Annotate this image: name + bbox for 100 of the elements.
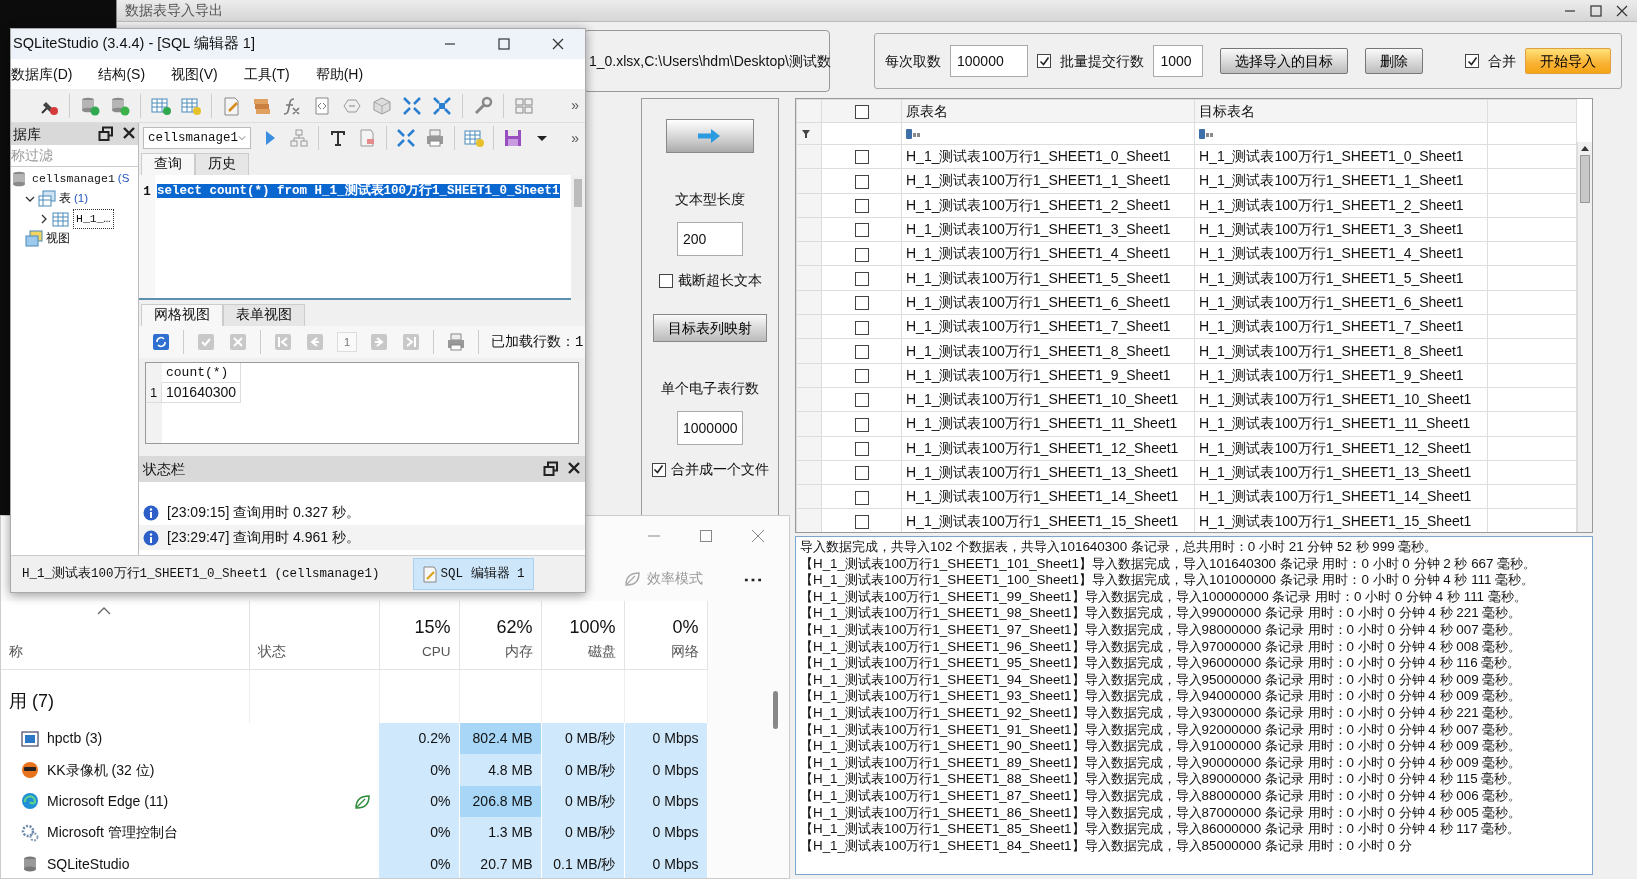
formula-icon[interactable] [282,95,302,116]
checkbox[interactable] [658,273,673,288]
tab[interactable]: 表单视图 [223,304,305,326]
row-checkbox[interactable] [854,223,869,238]
close-icon[interactable] [567,461,581,475]
row-checkbox[interactable] [854,296,869,311]
database-dropdown[interactable]: cellsmanage1 [143,127,251,149]
scrollbar[interactable] [1577,142,1592,532]
window-tab[interactable]: H_1_测试表100万行1_SHEET1_0_Sheet1 (cellsmanage1) [13,558,389,590]
menu-item[interactable]: 视图(V) [171,63,218,85]
text-filter-icon[interactable] [906,128,920,141]
printer-icon[interactable] [446,332,466,352]
document-icon[interactable] [222,95,242,116]
tab[interactable]: 查询 [141,153,195,175]
menu-item[interactable]: 帮助(H) [315,63,364,85]
input-field[interactable]: 1000000 [677,411,743,445]
page-field[interactable]: 1 [337,332,357,352]
row-checkbox[interactable] [854,199,869,214]
mapping-button[interactable]: 目标表列映射 [653,314,767,342]
chevron-right-icon[interactable] [39,214,49,224]
tree-item[interactable]: 视图 [46,230,70,248]
tree-item[interactable]: cellsmanage1 [32,170,115,188]
menu-item[interactable]: 结构(S) [98,63,146,85]
text-filter-icon[interactable] [1199,128,1213,141]
scrollbar-thumb[interactable] [1580,155,1590,203]
maximize-icon[interactable] [699,529,713,543]
more-button[interactable]: ⋯ [743,563,763,594]
row-checkbox[interactable] [854,344,869,359]
row-checkbox[interactable] [854,490,869,505]
check-icon[interactable] [196,332,216,352]
table-icon[interactable] [464,128,484,148]
save-icon[interactable] [503,128,523,148]
row-checkbox[interactable] [854,271,869,286]
close-icon[interactable] [122,126,136,140]
restore-icon[interactable] [98,126,114,142]
row-checkbox[interactable] [854,417,869,432]
start-button[interactable]: 开始导入 [1525,48,1611,74]
row-checkbox[interactable] [854,442,869,456]
restore-icon[interactable] [543,461,559,477]
expand-icon[interactable] [396,128,416,148]
filter-icon[interactable] [801,129,811,140]
column-header[interactable]: 状态 [257,644,286,660]
wrench-icon[interactable] [473,95,493,116]
scrollbar-thumb[interactable] [574,179,582,207]
action-button[interactable]: 选择导入的目标 [1220,48,1348,74]
table-icon[interactable] [181,95,201,116]
database-icon[interactable] [80,95,100,116]
row-checkbox[interactable] [854,393,869,408]
table-cell: H_1_测试表100万行1_SHEET1_8_Sheet1 [1199,342,1464,359]
row-checkbox[interactable] [854,174,869,189]
row-checkbox[interactable] [854,514,869,529]
collapse-icon[interactable] [432,95,452,116]
close-icon[interactable] [1615,3,1629,18]
column-header[interactable]: CPU [422,644,451,660]
expand-icon[interactable] [402,95,422,116]
column-header[interactable]: 磁盘 [587,644,616,660]
row-checkbox[interactable] [854,320,869,335]
input-field[interactable]: 100000 [950,45,1029,77]
table-icon[interactable] [151,95,171,116]
row-checkbox[interactable] [854,247,869,262]
sort-icon[interactable] [97,606,111,615]
tree-item[interactable]: H_1_… [73,209,114,229]
field-label: 单个电子表行数 [661,379,759,398]
column-header[interactable]: 内存 [504,644,533,660]
format-icon[interactable] [328,128,348,148]
toolbar-overflow-button[interactable]: » [571,127,585,149]
scrollbar[interactable] [773,691,778,729]
tab[interactable]: 网格视图 [141,304,223,326]
input-field[interactable]: 200 [677,222,743,256]
select-all-checkbox[interactable] [854,104,869,119]
menu-item[interactable]: 数据库(D) [11,63,73,85]
toolbar-overflow-button[interactable]: » [571,95,585,116]
row-checkbox[interactable] [854,369,869,384]
checkbox[interactable] [651,462,666,477]
maximize-icon[interactable] [1589,3,1603,18]
layout-icon[interactable] [514,95,534,116]
checkbox[interactable] [1037,54,1052,68]
maximize-icon[interactable] [497,37,511,51]
printer-icon[interactable] [425,128,445,148]
eraser-icon[interactable] [357,128,377,148]
window-tab[interactable]: SQL 编辑器 1 [412,558,534,590]
close-icon[interactable] [551,37,565,51]
column-header[interactable]: 网络 [670,644,699,660]
group-header[interactable]: 用 (7) [9,691,54,711]
arrow-button[interactable] [666,119,754,153]
menu-item[interactable]: 工具(T) [243,63,290,85]
scroll-up-icon[interactable] [1581,145,1589,151]
chevron-down-icon[interactable] [25,194,35,204]
process-name[interactable]: hpctb (3) [47,728,103,750]
code-icon[interactable] [312,95,332,116]
database-icon[interactable] [110,95,130,116]
row-checkbox[interactable] [854,150,869,165]
row-checkbox[interactable] [854,466,869,481]
column-header[interactable]: count(*) [166,362,229,383]
tab[interactable]: 历史 [195,153,249,175]
refresh-icon[interactable] [151,332,171,352]
action-button[interactable]: 删除 [1365,48,1423,74]
tree-item[interactable]: 表 [59,190,71,208]
input-field[interactable]: 1000 [1153,45,1203,77]
checkbox[interactable] [1465,54,1479,68]
